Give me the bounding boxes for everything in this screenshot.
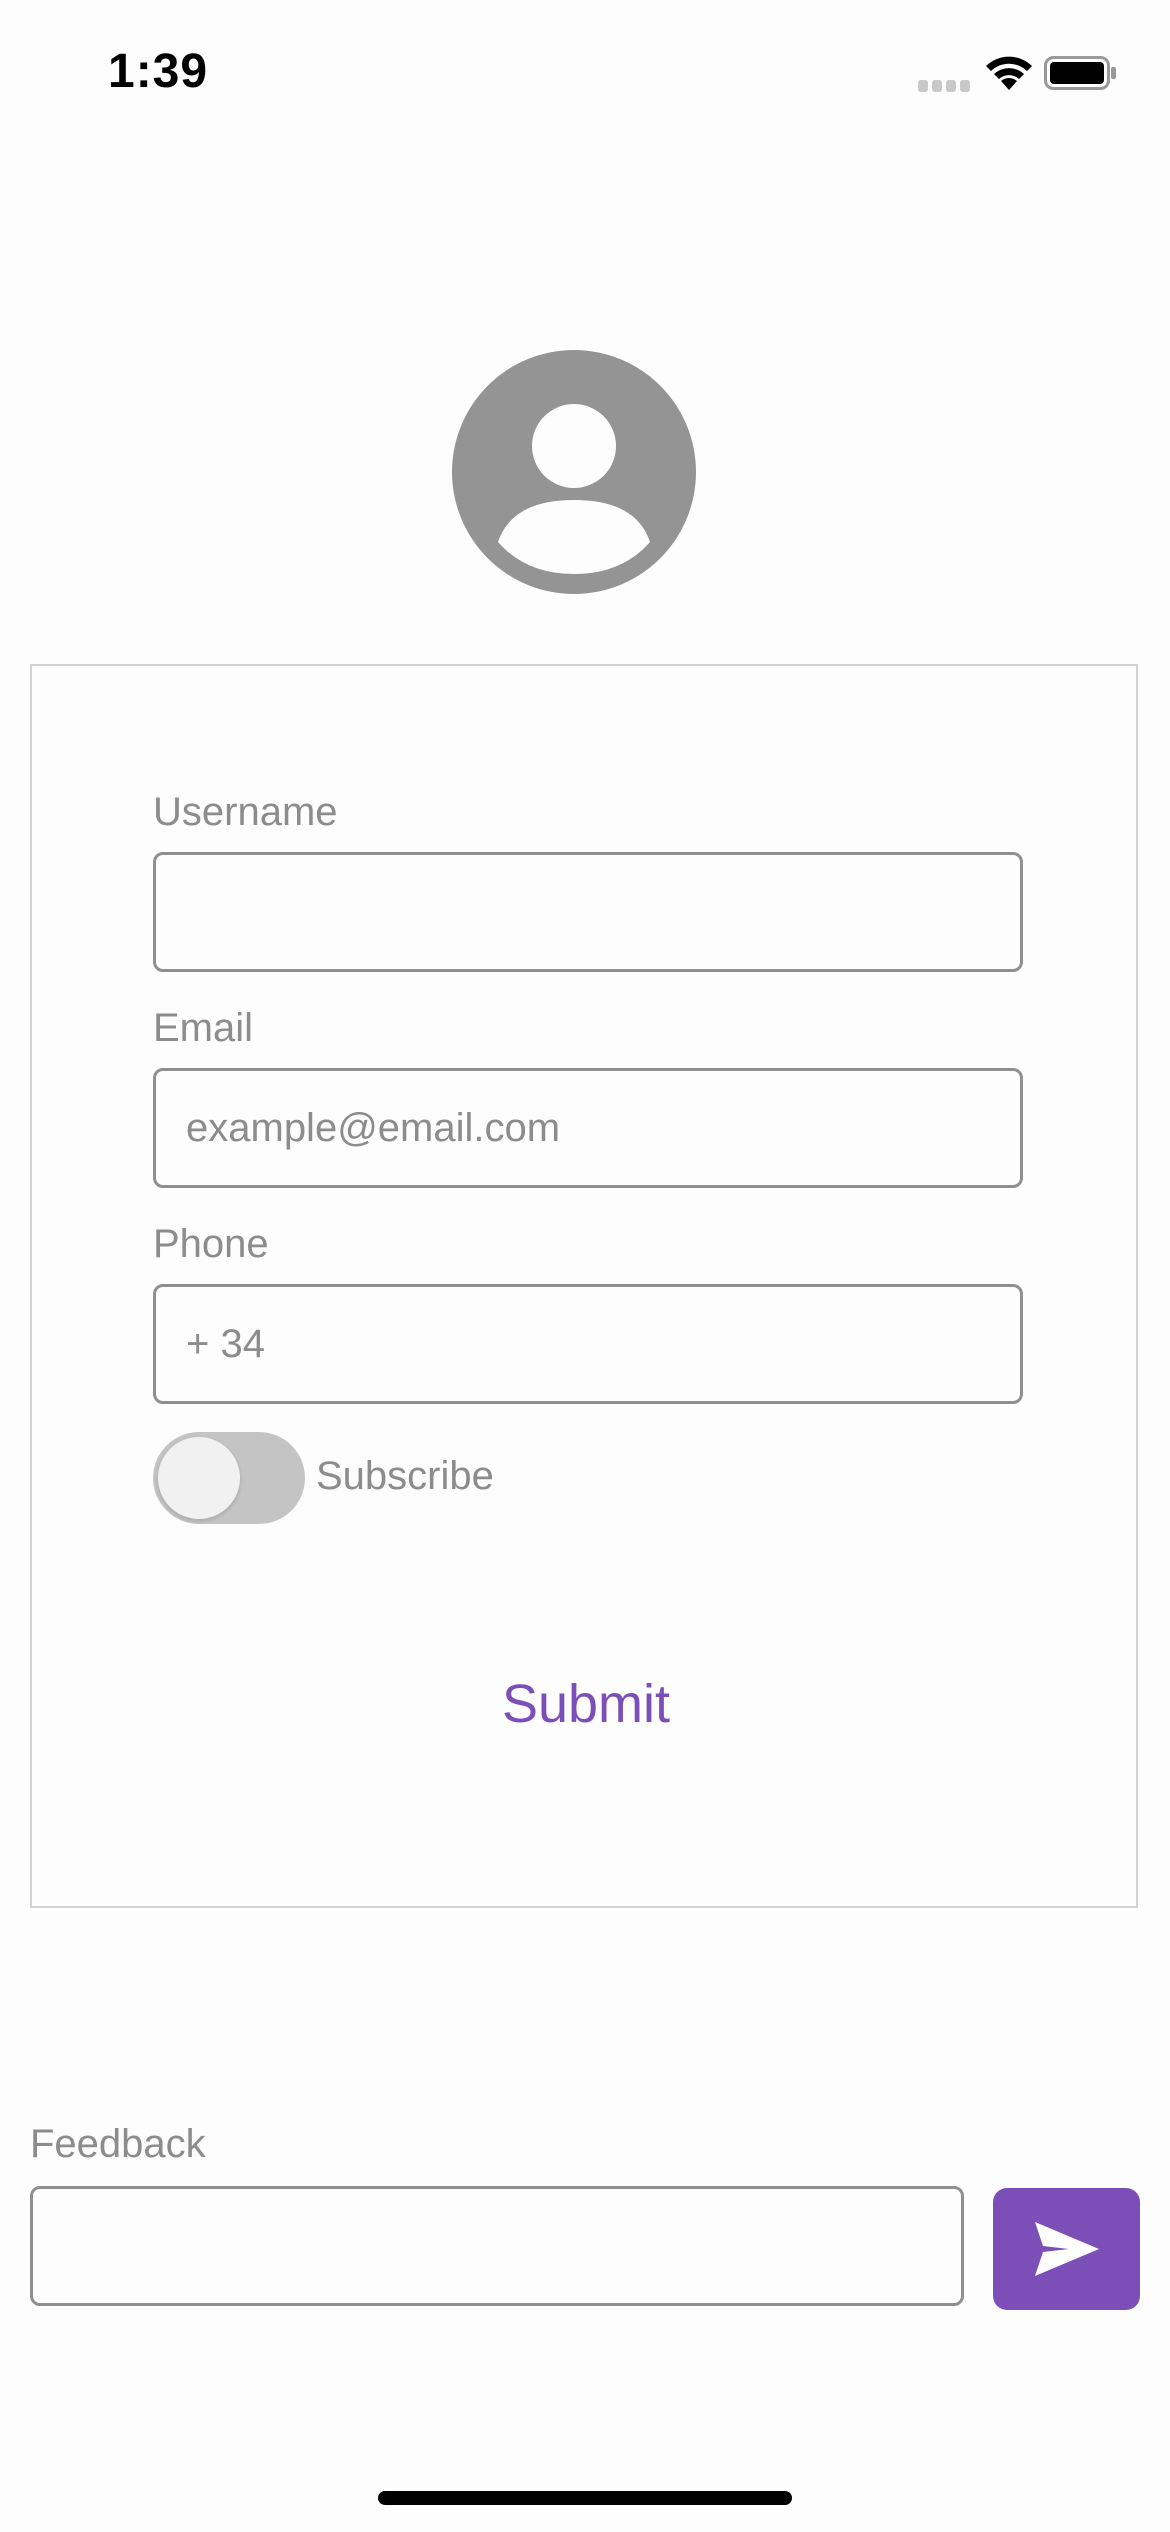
home-indicator: [378, 2491, 792, 2505]
subscribe-label: Subscribe: [316, 1454, 494, 1498]
feedback-input[interactable]: [30, 2186, 964, 2306]
send-button[interactable]: [993, 2188, 1140, 2310]
phone-label: Phone: [153, 1222, 269, 1266]
username-input[interactable]: [153, 852, 1023, 972]
cellular-signal-icon: [918, 80, 970, 92]
email-label: Email: [153, 1006, 254, 1050]
user-avatar-icon: [452, 350, 696, 594]
status-bar: 1:39: [0, 0, 1170, 140]
status-time: 1:39: [108, 45, 209, 98]
phone-input[interactable]: [153, 1284, 1023, 1404]
submit-button[interactable]: Submit: [32, 1672, 1140, 1736]
email-input[interactable]: [153, 1068, 1023, 1188]
wifi-icon: [986, 56, 1032, 90]
registration-form: Username Email Phone Subscribe Submit: [30, 664, 1138, 1908]
toggle-knob: [158, 1437, 240, 1519]
feedback-label: Feedback: [30, 2122, 206, 2166]
battery-icon: [1044, 56, 1116, 90]
username-label: Username: [153, 790, 338, 834]
subscribe-toggle[interactable]: [153, 1432, 305, 1524]
send-icon: [1035, 2222, 1099, 2276]
